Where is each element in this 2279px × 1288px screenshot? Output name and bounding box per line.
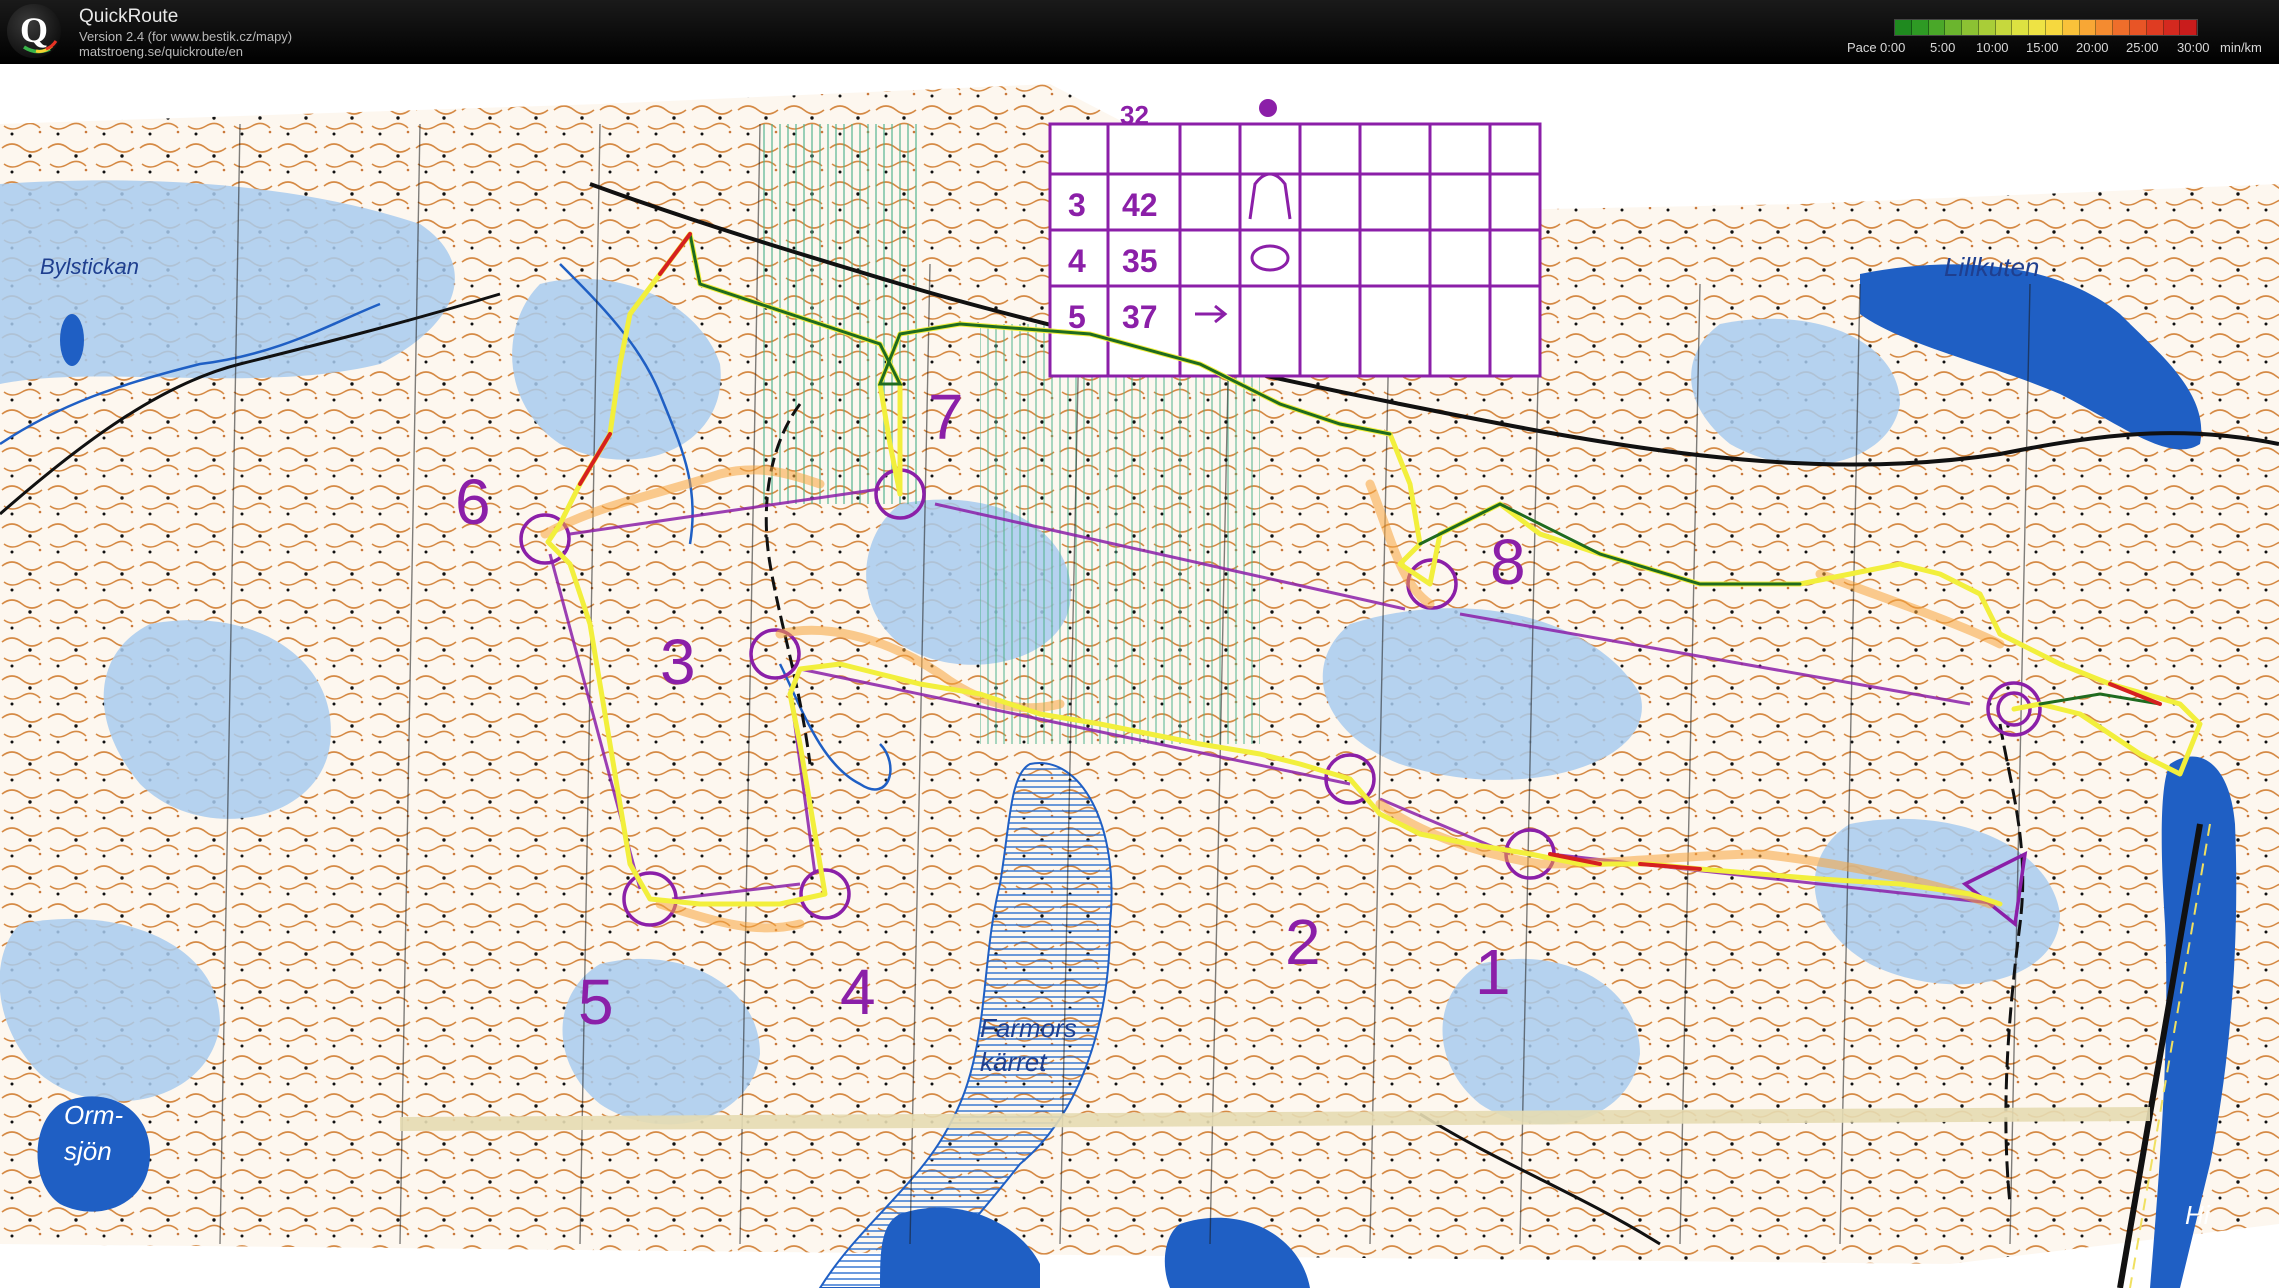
pace-scale-segment [2046, 20, 2063, 35]
card-row-number: 5 [1068, 299, 1086, 335]
pace-color-scale [1894, 19, 2198, 36]
dot-symbol-icon [1259, 99, 1277, 117]
place-name-lillkuten: Lillkuten [1944, 252, 2039, 282]
pace-tick-5: 5:00 [1930, 40, 1956, 55]
control-description-card: 32 3 42 4 35 5 37 [1048, 99, 1542, 378]
card-row-number: 4 [1068, 243, 1086, 279]
pace-scale-segment [2079, 20, 2097, 35]
card-row-number: 3 [1068, 187, 1086, 223]
pace-scale-segment [2163, 20, 2181, 35]
pace-legend-label: Pace [1847, 40, 1877, 55]
pace-scale-segment [1895, 20, 1912, 35]
app-version: Version 2.4 (for www.bestik.cz/mapy) [79, 29, 293, 44]
map-tape-seam [399, 1107, 2151, 1131]
pace-tick-10: 10:00 [1976, 40, 2009, 55]
control-number-2: 2 [1285, 906, 1321, 978]
place-name-bylstickan: Bylstickan [40, 254, 139, 279]
pace-scale-segment [2029, 20, 2047, 35]
pace-scale-segment [1978, 20, 1996, 35]
control-number-1: 1 [1475, 936, 1511, 1008]
pace-scale-segment [2096, 20, 2114, 35]
pace-tick-20: 20:00 [2076, 40, 2109, 55]
vegetation-stripes [980, 324, 1260, 744]
place-name-hi: Hi [2185, 1200, 2211, 1230]
app-title: QuickRoute [79, 6, 179, 27]
orienteering-map[interactable]: 32 3 42 4 35 5 37 1 2 3 4 5 6 7 8 Bylsti… [0, 64, 2279, 1288]
control-number-5: 5 [578, 966, 614, 1038]
pace-scale-segment [1928, 20, 1946, 35]
control-number-8: 8 [1490, 526, 1526, 598]
place-name-farmors: Farmors [980, 1013, 1077, 1043]
logo-letter: Q [20, 10, 48, 50]
pace-tick-0: 0:00 [1880, 40, 1906, 55]
app-header: Q QuickRoute Version 2.4 (for www.bestik… [0, 0, 2279, 64]
pace-scale-segment [1962, 20, 1979, 35]
control-number-4: 4 [840, 956, 876, 1028]
pace-scale-segment [2062, 20, 2080, 35]
control-number-6: 6 [455, 466, 491, 538]
pace-scale-segment [1945, 20, 1963, 35]
card-row-code: 35 [1122, 243, 1158, 279]
pace-scale-segment [1995, 20, 2013, 35]
quickroute-logo-icon: Q [7, 4, 61, 58]
pace-tick-25: 25:00 [2126, 40, 2159, 55]
control-number-7: 7 [928, 381, 964, 453]
card-partial-code: 32 [1120, 100, 1149, 130]
pace-scale-segment [2012, 20, 2030, 35]
pace-scale-segment [2180, 20, 2198, 35]
card-row-code: 37 [1122, 299, 1158, 335]
pace-scale-segment [2146, 20, 2164, 35]
place-name-orm: Orm- [64, 1100, 124, 1130]
pace-tick-15: 15:00 [2026, 40, 2059, 55]
app-url: matstroeng.se/quickroute/en [79, 44, 244, 59]
pace-scale-segment [2113, 20, 2130, 35]
place-name-sjon: sjön [64, 1136, 112, 1166]
control-number-3: 3 [660, 626, 696, 698]
pace-unit: min/km [2220, 40, 2262, 55]
card-row-code: 42 [1122, 187, 1158, 223]
pace-scale-segment [2129, 20, 2147, 35]
pace-tick-30: 30:00 [2177, 40, 2210, 55]
place-name-karret: kärret [980, 1047, 1048, 1077]
pace-scale-segment [1911, 20, 1929, 35]
